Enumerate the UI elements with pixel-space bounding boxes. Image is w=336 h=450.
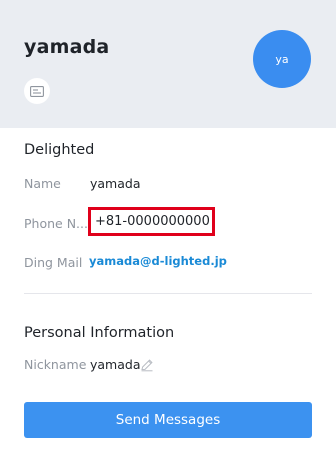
section-divider [24, 293, 312, 294]
profile-name: yamada [24, 36, 110, 58]
nickname-label: Nickname [24, 357, 87, 372]
avatar[interactable]: ya [253, 30, 311, 88]
organization-name: Delighted [24, 142, 95, 158]
profile-header: yamada ya [0, 0, 336, 128]
business-card-icon[interactable] [24, 78, 50, 104]
phone-number-value[interactable]: +81-0000000000 [88, 207, 215, 236]
ding-mail-link[interactable]: yamada@d-lighted.jp [89, 254, 227, 268]
send-messages-button[interactable]: Send Messages [24, 402, 312, 438]
name-label: Name [24, 176, 61, 191]
pencil-icon-glyph [141, 359, 153, 372]
profile-card: yamada ya Delighted Name yamada Phone N.… [0, 0, 336, 450]
business-card-icon-glyph [30, 85, 44, 97]
personal-information-title: Personal Information [24, 325, 175, 341]
ding-mail-label: Ding Mail [24, 255, 83, 270]
pencil-icon[interactable] [140, 357, 154, 372]
name-value: yamada [90, 176, 141, 191]
nickname-value: yamada [90, 357, 141, 372]
phone-label: Phone N... [24, 216, 88, 231]
